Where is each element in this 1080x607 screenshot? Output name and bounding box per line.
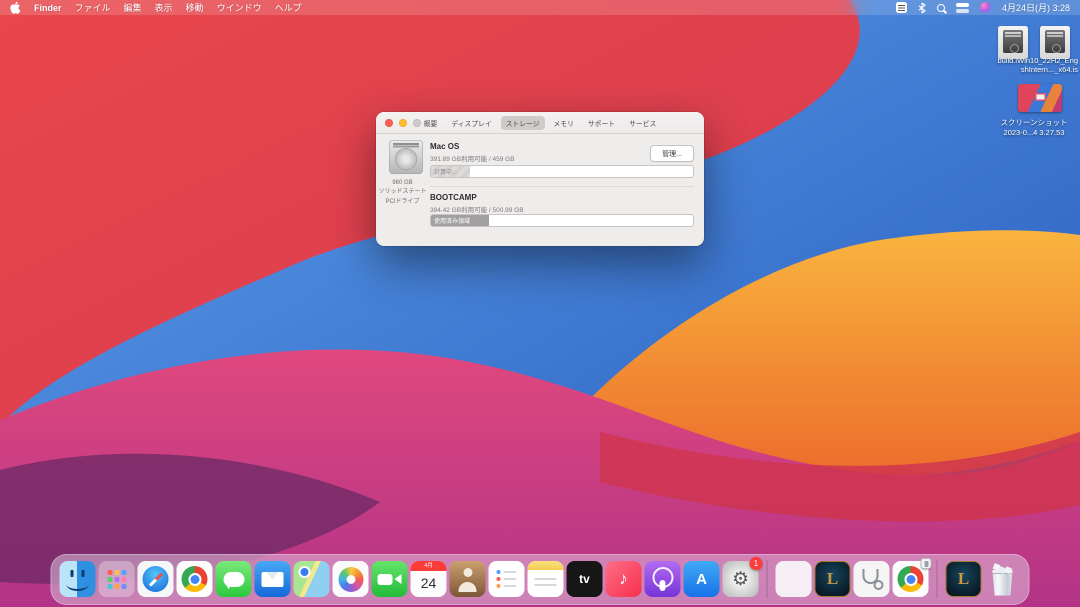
storage-pane: Mac OS 391.89 GB利用可能 / 459 GB 管理... 計算中.… [376, 134, 704, 246]
menu-app-name[interactable]: Finder [34, 3, 62, 13]
screenshot-thumbnail-icon [1018, 84, 1062, 112]
dock-blank-app[interactable] [776, 561, 812, 597]
hard-drive-icon [389, 140, 423, 174]
dock-system-preferences[interactable]: ⚙ 1 [723, 561, 759, 597]
desktop-screenshot-label[interactable]: スクリーンショット 2023-0...4 3.27.53 [988, 118, 1080, 138]
menubar-clock[interactable]: 4月24日(月) 3:28 [1002, 1, 1070, 14]
desktop-screenshot-file[interactable] [1018, 84, 1062, 112]
chrome-icon [898, 566, 924, 592]
trash-can-icon [992, 570, 1014, 596]
apple-menu-icon[interactable] [10, 1, 21, 14]
dock-divider [937, 560, 938, 598]
menu-help[interactable]: ヘルプ [275, 1, 302, 14]
storage-bar-macos: 計算中... [430, 165, 694, 178]
volume-detail-macos: 391.89 GB利用可能 / 459 GB [430, 153, 515, 163]
dock: 4月 24 tv ♪ A ⚙ 1 L L [51, 554, 1030, 605]
window-tabs: 概要 ディスプレイ ストレージ メモリ サポート サービス [419, 116, 662, 130]
notification-badge: 1 [750, 557, 763, 570]
minimize-button[interactable] [399, 119, 407, 127]
dock-chrome[interactable] [177, 561, 213, 597]
dock-launchpad[interactable] [99, 561, 135, 597]
calendar-day: 24 [411, 571, 447, 595]
zoom-button[interactable] [413, 119, 421, 127]
desktop: Finder ファイル 編集 表示 移動 ウインドウ ヘルプ 4月24日(月) … [0, 0, 1080, 607]
tab-memory[interactable]: メモリ [549, 116, 579, 130]
tab-displays[interactable]: ディスプレイ [446, 116, 496, 130]
volume-divider [430, 186, 694, 187]
menu-window[interactable]: ウインドウ [217, 1, 262, 14]
tab-support[interactable]: サポート [583, 116, 620, 130]
siri-icon[interactable] [980, 2, 991, 13]
tab-overview[interactable]: 概要 [419, 116, 443, 130]
close-button[interactable] [385, 119, 393, 127]
dock-music[interactable]: ♪ [606, 561, 642, 597]
dock-league-of-legends[interactable]: L [815, 561, 851, 597]
menu-bar: Finder ファイル 編集 表示 移動 ウインドウ ヘルプ 4月24日(月) … [0, 0, 1080, 15]
tab-storage[interactable]: ストレージ [501, 116, 545, 130]
dock-finder[interactable] [60, 561, 96, 597]
disk-image-icon [1045, 30, 1065, 53]
dock-podcasts[interactable] [645, 561, 681, 597]
dock-mail[interactable] [255, 561, 291, 597]
menu-edit[interactable]: 編集 [124, 1, 142, 14]
dock-repair-tool[interactable] [854, 561, 890, 597]
window-titlebar[interactable]: 概要 ディスプレイ ストレージ メモリ サポート サービス [376, 112, 704, 134]
about-this-mac-window: 概要 ディスプレイ ストレージ メモリ サポート サービス Mac OS 391… [376, 112, 704, 246]
control-center-icon[interactable] [956, 3, 969, 13]
dock-calendar[interactable]: 4月 24 [411, 561, 447, 597]
storage-bar-bootcamp: 使用済み領域 [430, 214, 694, 227]
menu-file[interactable]: ファイル [75, 1, 111, 14]
dock-safari[interactable] [138, 561, 174, 597]
desktop-files [998, 26, 1070, 59]
volume-name-bootcamp: BOOTCAMP [430, 193, 477, 202]
dock-photos[interactable] [333, 561, 369, 597]
storage-segment-calculating: 計算中... [431, 166, 470, 177]
envelope-icon [262, 572, 284, 587]
dock-app-store[interactable]: A [684, 561, 720, 597]
bluetooth-icon[interactable] [918, 2, 926, 14]
storage-segment-used: 使用済み領域 [431, 215, 489, 226]
gear-icon: ⚙ [732, 568, 749, 591]
dock-maps[interactable] [294, 561, 330, 597]
volume-detail-bootcamp: 394.42 GB利用可能 / 500.99 GB [430, 204, 524, 214]
dock-contacts[interactable] [450, 561, 486, 597]
notes-header [528, 561, 564, 570]
volume-name-macos: Mac OS [430, 142, 459, 151]
music-note-icon: ♪ [619, 569, 628, 589]
dock-messages[interactable] [216, 561, 252, 597]
chrome-icon [182, 566, 208, 592]
physical-drive-label: 960 GB ソリッドステート PCIドライブ [376, 179, 429, 207]
desktop-file-iso-2[interactable] [1040, 26, 1070, 59]
dock-apple-tv[interactable]: tv [567, 561, 603, 597]
menu-view[interactable]: 表示 [155, 1, 173, 14]
dock-reminders[interactable] [489, 561, 525, 597]
dock-chrome-2[interactable] [893, 561, 929, 597]
disk-image-icon [1003, 30, 1023, 53]
update-badge [921, 558, 932, 569]
wallpaper [0, 0, 1080, 607]
dock-trash[interactable] [985, 561, 1021, 597]
calendar-month: 4月 [411, 561, 447, 571]
dock-notes[interactable] [528, 561, 564, 597]
manage-button[interactable]: 管理... [650, 145, 694, 162]
dock-facetime[interactable] [372, 561, 408, 597]
spotlight-icon[interactable] [937, 4, 945, 12]
tab-service[interactable]: サービス [624, 116, 661, 130]
dock-divider [767, 560, 768, 598]
menu-go[interactable]: 移動 [186, 1, 204, 14]
dock-league-of-legends-2[interactable]: L [946, 561, 982, 597]
input-source-icon[interactable] [896, 2, 907, 13]
desktop-file-iso-1[interactable] [998, 26, 1028, 59]
desktop-file-labels[interactable]: build.iWin10_22H2_Eng shIntern..._x64.is [966, 56, 1078, 75]
